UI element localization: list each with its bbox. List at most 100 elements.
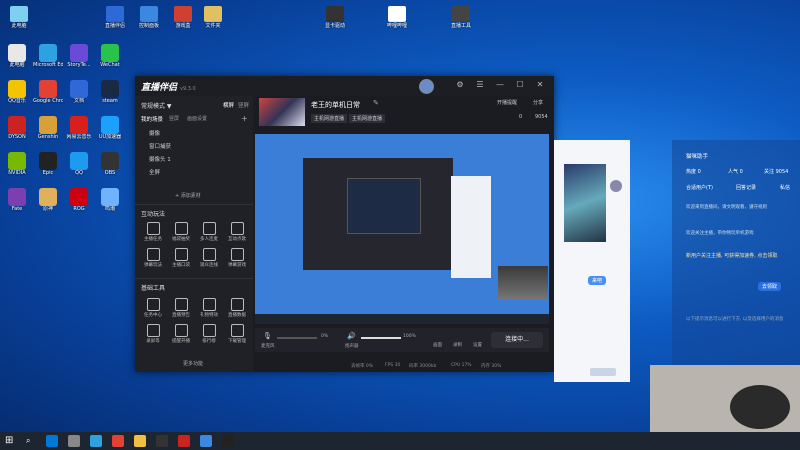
- desktop-icon[interactable]: 此电脑: [2, 6, 36, 29]
- claim-button[interactable]: 去领取: [758, 282, 782, 291]
- desktop-icon[interactable]: DYSON: [2, 116, 32, 140]
- chat-send-button[interactable]: [590, 368, 616, 376]
- search-icon[interactable]: ⌕: [26, 435, 30, 447]
- desktop-icon[interactable]: QQ音乐: [2, 80, 32, 104]
- start-button[interactable]: ⊞: [5, 435, 13, 447]
- taskbar-app-icon[interactable]: [112, 435, 124, 447]
- webcam-overlay: [650, 365, 800, 433]
- share-button[interactable]: 分享: [533, 99, 543, 106]
- desktop-icon[interactable]: steam: [95, 80, 125, 104]
- tool-button[interactable]: 互动点歌: [225, 222, 249, 242]
- minimize-icon[interactable]: —: [495, 80, 505, 90]
- mode-selector[interactable]: 常规模式 ▼: [141, 101, 172, 110]
- desktop-icon-label: 文件夹: [205, 23, 221, 29]
- taskbar-app-icon[interactable]: [156, 435, 168, 447]
- tool-button[interactable]: 提醒开播: [169, 324, 193, 344]
- desktop-icon[interactable]: 显卡驱动: [318, 6, 352, 29]
- desktop-icon[interactable]: QQ: [64, 152, 94, 176]
- tab-landscape[interactable]: 横屏: [223, 101, 234, 109]
- tool-button[interactable]: 弹幕玩法: [141, 248, 165, 268]
- settings-button[interactable]: 设置: [473, 342, 482, 348]
- scene-header[interactable]: 我的场景: [141, 115, 163, 123]
- tool-icon: [174, 298, 188, 311]
- cover-thumbnail[interactable]: [259, 98, 305, 126]
- desktop-icon[interactable]: 文件夹: [196, 6, 230, 29]
- tool-button[interactable]: 录屏等: [141, 324, 165, 344]
- menu-icon[interactable]: ☰: [475, 80, 485, 90]
- panel-title: 猫咪助手: [686, 154, 709, 160]
- taskbar-app-icon[interactable]: [134, 435, 146, 447]
- maximize-icon[interactable]: ☐: [515, 80, 525, 90]
- mic-icon[interactable]: 🎙: [263, 332, 272, 340]
- chat-photo: [498, 266, 548, 300]
- tool-button[interactable]: 下载管理: [225, 324, 249, 344]
- preview-nested-inner: [347, 178, 421, 234]
- desktop-icon[interactable]: UU加速器: [95, 116, 125, 140]
- desktop-icon[interactable]: Epic: [33, 152, 63, 176]
- desktop-icon[interactable]: StoryTe...: [64, 44, 94, 68]
- record-button[interactable]: 录制: [453, 342, 462, 348]
- desktop-icon[interactable]: 游戏盒: [166, 6, 200, 29]
- desktop-icon[interactable]: 原神: [33, 188, 63, 212]
- tool-button[interactable]: 福袋抽奖: [169, 222, 193, 242]
- tab-portrait-sub[interactable]: 竖屏: [169, 115, 179, 122]
- scene-item[interactable]: 摄像头 1: [149, 155, 171, 163]
- mic-slider[interactable]: [277, 337, 317, 339]
- tag-chip[interactable]: 主机网游直播: [349, 114, 386, 123]
- add-source-link[interactable]: + 添加素材: [175, 192, 201, 199]
- tool-button[interactable]: 弹幕游戏: [225, 248, 249, 268]
- tool-button[interactable]: 主播任务: [141, 222, 165, 242]
- desktop-icon[interactable]: Fate: [2, 188, 32, 212]
- reminder-button[interactable]: 开播提醒: [497, 99, 517, 106]
- desktop-icon[interactable]: Microsoft Edge: [33, 44, 63, 68]
- tool-button[interactable]: 主播口袋: [169, 248, 193, 268]
- tab-users[interactable]: 合适用户(T): [686, 184, 713, 191]
- add-scene-icon[interactable]: +: [241, 114, 248, 123]
- settings-icon[interactable]: ⚙: [455, 80, 465, 90]
- user-avatar[interactable]: [419, 79, 434, 94]
- more-features-link[interactable]: 更多功能: [183, 360, 203, 367]
- desktop-icon[interactable]: Genshin: [33, 116, 63, 140]
- tool-button[interactable]: 直播数据: [225, 298, 249, 318]
- tool-button[interactable]: 礼物特效: [197, 298, 221, 318]
- desktop-icon[interactable]: 直播伴侣: [98, 6, 132, 29]
- desktop-icon[interactable]: ROG: [64, 188, 94, 212]
- tool-button[interactable]: 多人连麦: [197, 222, 221, 242]
- tab-answers[interactable]: 回答记录: [736, 184, 756, 191]
- desktop-icon[interactable]: WeChat: [95, 44, 125, 68]
- stream-title[interactable]: 老王的单机日常: [311, 100, 360, 110]
- start-live-button[interactable]: 连接中...: [491, 332, 543, 348]
- taskbar-app-icon[interactable]: [46, 435, 58, 447]
- desktop-icon[interactable]: 控制面板: [132, 6, 166, 29]
- edit-title-icon[interactable]: ✎: [373, 99, 379, 107]
- speaker-slider[interactable]: [361, 337, 401, 339]
- tool-button[interactable]: 直播预告: [169, 298, 193, 318]
- taskbar-app-icon[interactable]: [68, 435, 80, 447]
- taskbar-app-icon[interactable]: [222, 435, 234, 447]
- taskbar-app-icon[interactable]: [200, 435, 212, 447]
- scene-item[interactable]: 摄像: [149, 129, 160, 137]
- close-icon[interactable]: ✕: [535, 80, 545, 90]
- tab-picture-settings[interactable]: 画面设置: [187, 115, 207, 122]
- mirror-button[interactable]: 画面: [433, 342, 442, 348]
- desktop-icon[interactable]: 直播工具: [444, 6, 478, 29]
- desktop-icon[interactable]: OBS: [95, 152, 125, 176]
- tool-button[interactable]: 任务中心: [141, 298, 165, 318]
- scene-item[interactable]: 窗口捕获: [149, 142, 171, 150]
- desktop-icon[interactable]: 网易云音乐: [64, 116, 94, 140]
- taskbar-app-icon[interactable]: [90, 435, 102, 447]
- tab-messages[interactable]: 私信: [780, 184, 790, 191]
- desktop-icon[interactable]: 哔哩哔哩: [380, 6, 414, 29]
- tag-chip[interactable]: 主机网游直播: [311, 114, 348, 123]
- tool-button[interactable]: 观众连线: [197, 248, 221, 268]
- speaker-icon[interactable]: 🔊: [347, 332, 356, 340]
- desktop-icon[interactable]: 此电脑: [2, 44, 32, 68]
- tool-button[interactable]: 排行榜: [197, 324, 221, 344]
- desktop-icon[interactable]: 文档: [64, 80, 94, 104]
- taskbar-app-icon[interactable]: [178, 435, 190, 447]
- desktop-icon[interactable]: Google Chrome: [33, 80, 63, 104]
- desktop-icon[interactable]: NVIDIA: [2, 152, 32, 176]
- desktop-icon[interactable]: 鸣潮: [95, 188, 125, 212]
- scene-item[interactable]: 全屏: [149, 168, 160, 176]
- tab-portrait[interactable]: 竖屏: [238, 101, 249, 109]
